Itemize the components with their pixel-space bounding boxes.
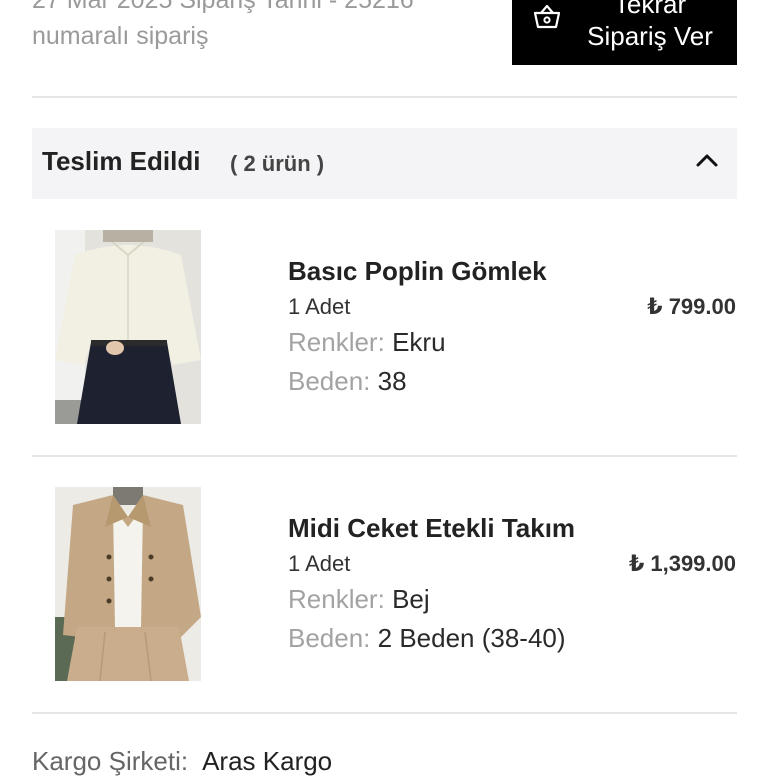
shipping-value: Aras Kargo <box>202 746 333 776</box>
chevron-up-icon[interactable] <box>695 152 719 168</box>
delivery-status-header[interactable]: Teslim Edildi ( 2 ürün ) <box>32 128 737 199</box>
basket-icon <box>533 4 561 29</box>
order-date-number: 27 Mar 2025 Sipariş Tarihi - 25216 <box>32 0 414 14</box>
order-info: 27 Mar 2025 Sipariş Tarihi - 25216 numar… <box>32 0 492 54</box>
shipping-label: Kargo Şirketi: <box>32 746 189 776</box>
divider <box>32 455 737 457</box>
product-name[interactable]: Basıc Poplin Gömlek <box>288 256 547 287</box>
product-item[interactable]: Basıc Poplin Gömlek 1 Adet ₺ 799.00 Renk… <box>0 230 768 430</box>
product-quantity: 1 Adet <box>288 551 351 576</box>
product-quantity: 1 Adet <box>288 294 351 319</box>
item-count: ( 2 ürün ) <box>230 151 325 176</box>
status-title: Teslim Edildi <box>42 146 201 176</box>
product-color: Renkler: Ekru <box>288 327 446 357</box>
product-color: Renkler: Bej <box>288 584 430 614</box>
divider <box>32 712 737 714</box>
product-image[interactable] <box>55 230 201 424</box>
product-image[interactable] <box>55 487 201 681</box>
order-number-suffix: numaralı sipariş <box>32 22 209 50</box>
product-name[interactable]: Midi Ceket Etekli Takım <box>288 513 575 544</box>
product-size: Beden: 2 Beden (38-40) <box>288 623 566 653</box>
product-item[interactable]: Midi Ceket Etekli Takım 1 Adet ₺ 1,399.0… <box>0 487 768 687</box>
shipping-company: Kargo Şirketi: Aras Kargo <box>32 746 332 777</box>
product-price: ₺ 1,399.00 <box>628 551 736 576</box>
reorder-button-label: Tekrar Sipariş Ver <box>587 0 713 51</box>
reorder-button[interactable]: Tekrar Sipariş Ver <box>512 0 737 65</box>
product-price: ₺ 799.00 <box>647 294 736 319</box>
divider <box>32 96 737 98</box>
product-size: Beden: 38 <box>288 366 407 396</box>
